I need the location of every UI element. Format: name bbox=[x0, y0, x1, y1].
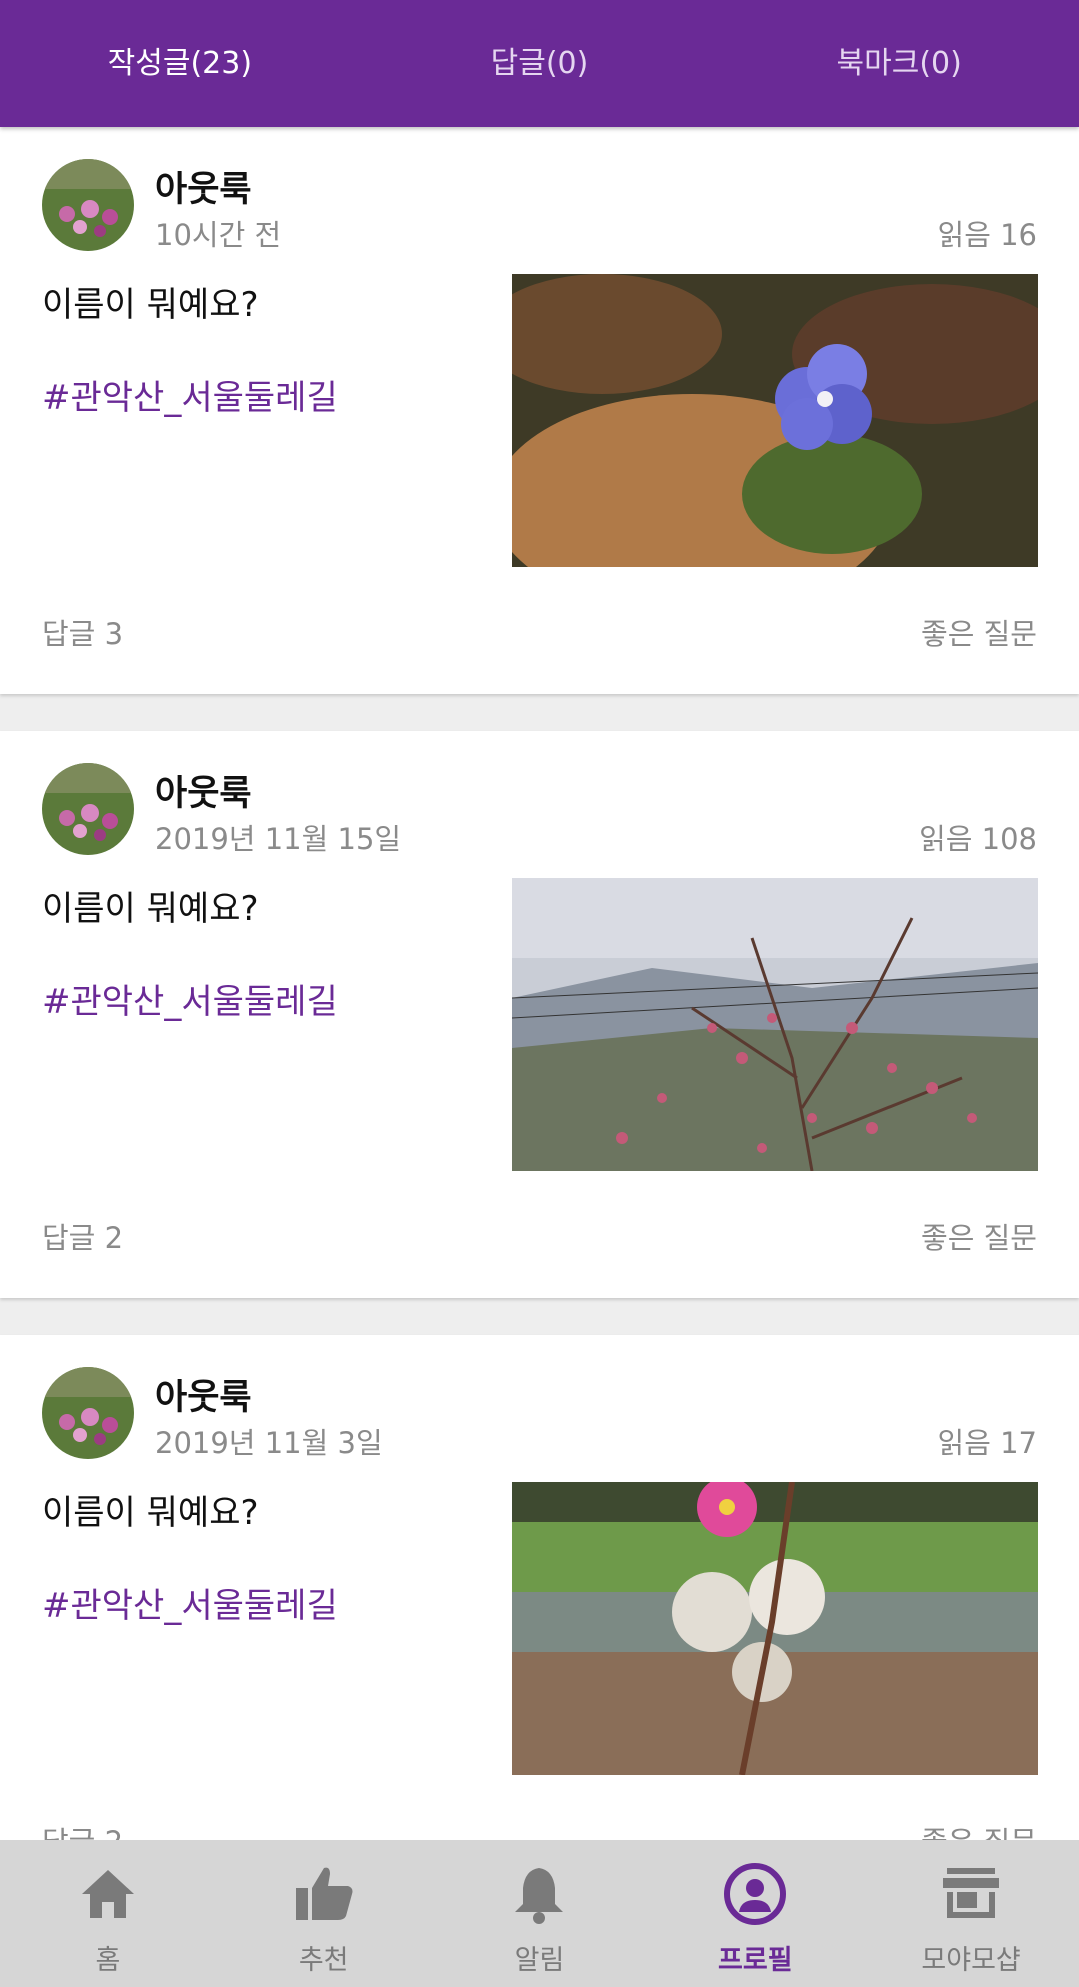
post-image[interactable] bbox=[512, 1482, 1038, 1775]
good-question[interactable]: 좋은 질문 bbox=[921, 611, 1037, 653]
read-count: 읽음 16 bbox=[937, 218, 1037, 252]
nav-label: 프로필 bbox=[718, 1945, 793, 1976]
post-image[interactable] bbox=[512, 878, 1038, 1171]
tab-replies[interactable]: 답글(0) bbox=[360, 0, 720, 127]
nav-shop[interactable]: 모야모샵 bbox=[863, 1840, 1079, 1987]
home-icon bbox=[81, 1870, 134, 1918]
post-title: 이름이 뭐예요? bbox=[42, 285, 259, 325]
reply-count[interactable]: 답글 2 bbox=[42, 1215, 123, 1257]
nav-home[interactable]: 홈 bbox=[0, 1840, 216, 1987]
read-count: 읽음 17 bbox=[937, 1426, 1037, 1460]
nav-notifications[interactable]: 알림 bbox=[432, 1840, 648, 1987]
post-date: 2019년 11월 3일 bbox=[155, 1426, 383, 1460]
avatar[interactable] bbox=[42, 763, 134, 855]
avatar[interactable] bbox=[42, 1367, 134, 1459]
nav-label: 홈 bbox=[95, 1945, 121, 1976]
post-date: 10시간 전 bbox=[155, 218, 282, 252]
tab-posts[interactable]: 작성글(23) bbox=[0, 0, 360, 127]
nav-label: 추천 bbox=[298, 1945, 349, 1976]
author-name: 아웃룩 bbox=[155, 170, 252, 210]
post-tag[interactable]: #관악산_서울둘레길 bbox=[42, 974, 338, 1023]
thumbs-up-icon bbox=[295, 1867, 353, 1920]
nav-label: 알림 bbox=[514, 1945, 565, 1976]
post-card[interactable]: 아웃룩 10시간 전 읽음 16 이름이 뭐예요? #관악산_서울둘레길 답글 … bbox=[0, 127, 1079, 694]
nav-recommend[interactable]: 추천 bbox=[216, 1840, 432, 1987]
read-count: 읽음 108 bbox=[919, 822, 1037, 856]
reply-count[interactable]: 답글 3 bbox=[42, 611, 123, 653]
post-image[interactable] bbox=[512, 274, 1038, 567]
profile-icon bbox=[724, 1863, 787, 1925]
post-tag[interactable]: #관악산_서울둘레길 bbox=[42, 370, 338, 419]
post-card[interactable]: 아웃룩 2019년 11월 15일 읽음 108 이름이 뭐예요? #관악산_서… bbox=[0, 731, 1079, 1298]
post-title: 이름이 뭐예요? bbox=[42, 1493, 259, 1533]
nav-profile[interactable]: 프로필 bbox=[647, 1840, 863, 1987]
post-tag[interactable]: #관악산_서울둘레길 bbox=[42, 1578, 338, 1627]
nav-label: 모야모샵 bbox=[921, 1945, 1021, 1976]
bottom-nav: 홈 추천 알림 프로필 모야모샵 bbox=[0, 1840, 1079, 1987]
post-title: 이름이 뭐예요? bbox=[42, 889, 259, 929]
post-card[interactable]: 아웃룩 2019년 11월 3일 읽음 17 이름이 뭐예요? #관악산_서울둘… bbox=[0, 1335, 1079, 1902]
top-tab-bar: 작성글(23) 답글(0) 북마크(0) bbox=[0, 0, 1079, 127]
author-name: 아웃룩 bbox=[155, 774, 252, 814]
post-date: 2019년 11월 15일 bbox=[155, 822, 402, 856]
shop-icon bbox=[943, 1868, 1000, 1918]
good-question[interactable]: 좋은 질문 bbox=[921, 1215, 1037, 1257]
avatar[interactable] bbox=[42, 159, 134, 251]
bell-icon bbox=[515, 1868, 564, 1924]
author-name: 아웃룩 bbox=[155, 1378, 252, 1418]
tab-bookmarks[interactable]: 북마크(0) bbox=[719, 0, 1079, 127]
